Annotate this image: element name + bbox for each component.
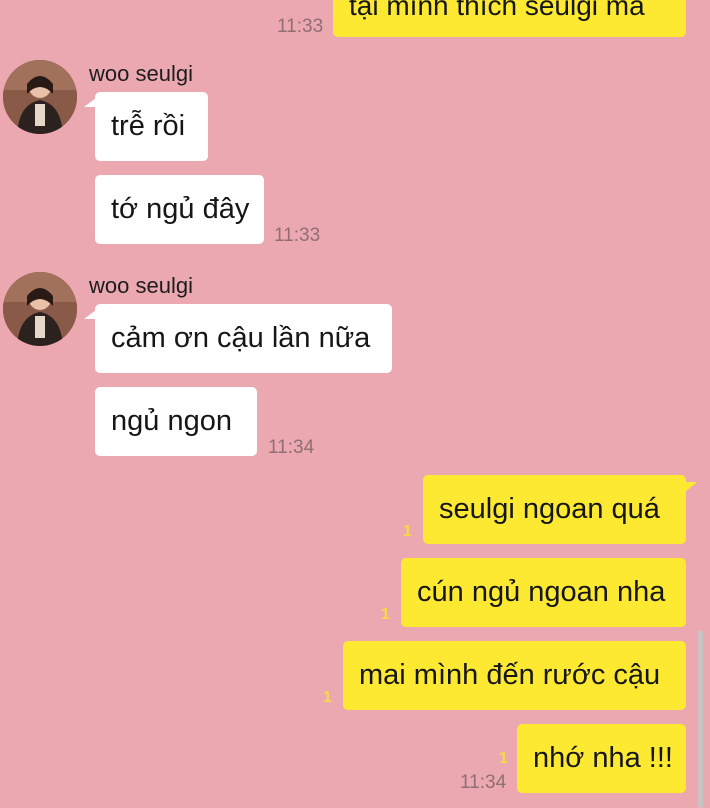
message-text: nhớ nha !!! xyxy=(533,742,673,774)
message-time: 11:34 xyxy=(268,437,315,458)
message-text: mai mình đến rước cậu xyxy=(359,659,661,691)
message-text: trễ rồi xyxy=(111,110,186,142)
sender-name: woo seulgi xyxy=(89,273,193,298)
avatar[interactable] xyxy=(3,272,77,346)
incoming-message[interactable]: cảm ơn cậu lần nữa xyxy=(95,304,392,373)
profile-photo-icon xyxy=(3,60,77,134)
message-time: 11:33 xyxy=(274,225,321,246)
unread-count: 1 xyxy=(323,689,332,706)
profile-photo-icon xyxy=(3,272,77,346)
message-time: 11:33 xyxy=(277,16,324,37)
outgoing-message[interactable]: tại mình thích seulgi mà xyxy=(333,0,686,37)
outgoing-message[interactable]: seulgi ngoan quá xyxy=(423,475,686,544)
unread-count: 1 xyxy=(499,750,508,767)
message-time: 11:34 xyxy=(460,772,507,793)
outgoing-message[interactable]: mai mình đến rước cậu xyxy=(343,641,686,710)
message-text: seulgi ngoan quá xyxy=(439,493,660,525)
unread-count: 1 xyxy=(403,523,412,540)
message-text: tại mình thích seulgi mà xyxy=(349,0,645,21)
message-text: cảm ơn cậu lần nữa xyxy=(111,322,371,354)
outgoing-message[interactable]: cún ngủ ngoan nha xyxy=(401,558,686,627)
outgoing-message[interactable]: nhớ nha !!! xyxy=(517,724,686,793)
sender-name: woo seulgi xyxy=(89,61,193,86)
message-text: cún ngủ ngoan nha xyxy=(417,576,666,608)
scrollbar[interactable] xyxy=(698,630,703,808)
bubble-tail xyxy=(685,482,697,492)
incoming-message[interactable]: trễ rồi xyxy=(95,92,208,161)
unread-count: 1 xyxy=(381,606,390,623)
incoming-message[interactable]: tớ ngủ đây xyxy=(95,175,264,244)
incoming-message[interactable]: ngủ ngon xyxy=(95,387,257,456)
message-text: tớ ngủ đây xyxy=(111,193,250,225)
message-text: ngủ ngon xyxy=(111,405,232,437)
avatar[interactable] xyxy=(3,60,77,134)
